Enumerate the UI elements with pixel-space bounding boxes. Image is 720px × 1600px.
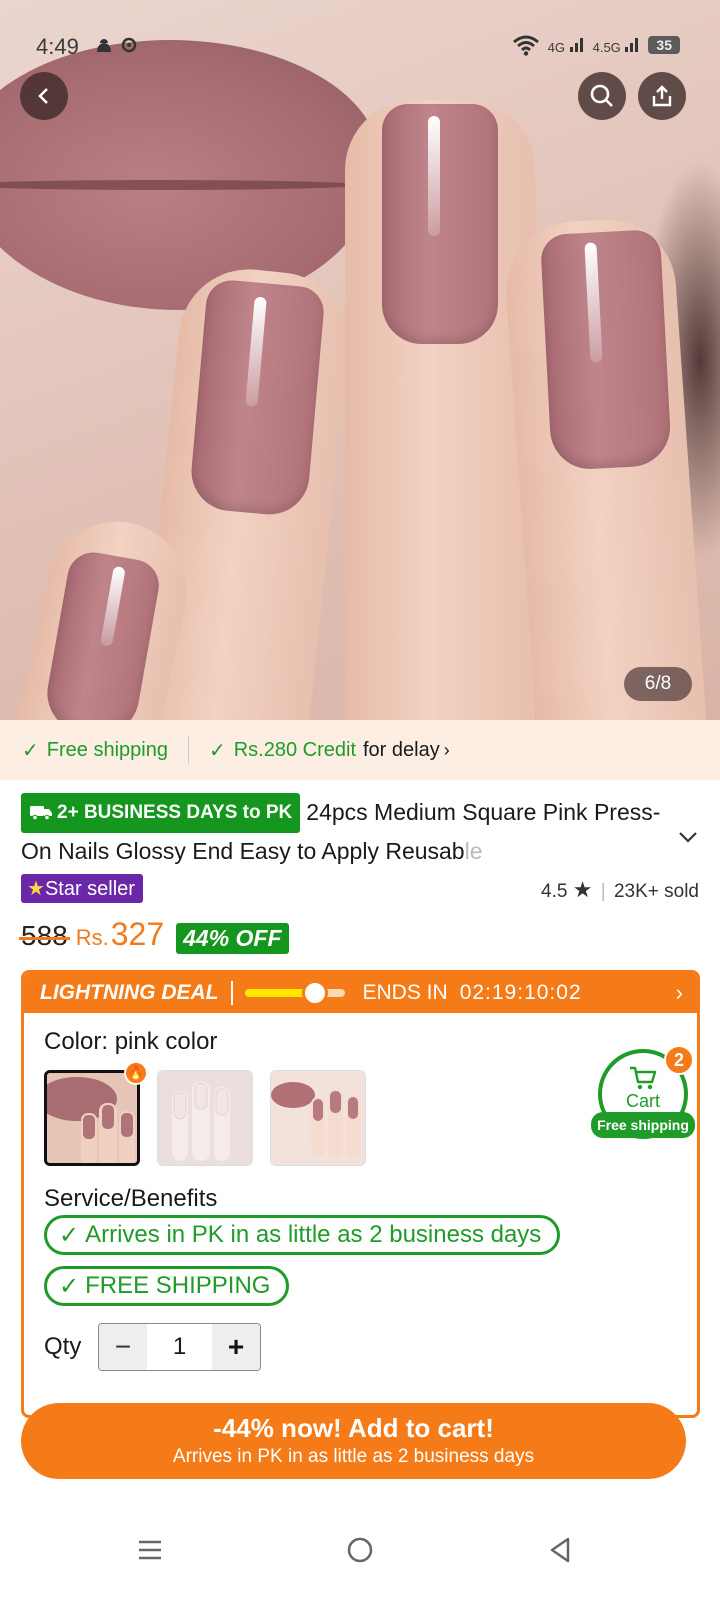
truck-icon (30, 806, 52, 821)
nail-graphic (539, 229, 673, 471)
sale-price: 327 (110, 916, 165, 952)
chevron-down-icon (679, 832, 697, 843)
seller-rating-row: ★Star seller 4.5 ★ | 23K+ sold (21, 874, 699, 904)
discount-badge: 44% OFF (176, 922, 289, 954)
star-seller-badge[interactable]: ★Star seller (21, 874, 143, 903)
plus-icon: + (227, 1331, 245, 1362)
free-shipping-text: Free shipping (46, 738, 168, 761)
qty-decrease-button[interactable]: − (99, 1324, 147, 1370)
cart-label: Cart (625, 1090, 660, 1111)
notification-icons (93, 34, 143, 62)
signal-4g-icon: 4G (548, 36, 585, 55)
status-time: 4:49 (36, 34, 79, 59)
menu-nav-button[interactable] (120, 1520, 180, 1580)
home-nav-button[interactable] (330, 1520, 390, 1580)
hot-icon: 🔥 (124, 1061, 148, 1085)
check-icon: ✓ (59, 1272, 80, 1300)
back-icon (38, 88, 48, 104)
deal-header[interactable]: LIGHTNING DEAL ENDS IN 02:19:10:02 › (24, 973, 697, 1013)
clock-icon (301, 980, 328, 1006)
deal-title: LIGHTNING DEAL (40, 981, 219, 1004)
swatch-mauve[interactable] (270, 1070, 366, 1166)
back-nav-button[interactable] (530, 1520, 590, 1580)
share-button[interactable] (638, 72, 686, 120)
cta-sub: Arrives in PK in as little as 2 business… (172, 1446, 535, 1467)
nail-graphic (382, 104, 498, 344)
home-circle-icon (347, 1537, 373, 1563)
system-nav-bar (0, 1500, 720, 1600)
color-value: pink color (114, 1028, 218, 1055)
qty-increase-button[interactable]: + (212, 1324, 260, 1370)
currency: Rs. (75, 925, 109, 950)
benefit-arrival: ✓ Arrives in PK in as little as 2 busine… (44, 1215, 561, 1255)
original-price: 588 (19, 920, 70, 951)
search-button[interactable] (578, 72, 626, 120)
chevron-right-icon: › (443, 739, 450, 760)
rating-summary[interactable]: 4.5 ★ | 23K+ sold (541, 877, 699, 903)
benefit-free-shipping: ✓ FREE SHIPPING (44, 1266, 290, 1306)
divider (230, 981, 233, 1005)
sold-count: 23K+ sold (613, 881, 699, 902)
shipping-strip[interactable]: ✓ Free shipping ✓ Rs.280 Credit for dela… (0, 720, 720, 780)
credit-amount: Rs.280 Credit (233, 738, 356, 761)
search-icon (590, 84, 613, 107)
star-icon: ★ (27, 878, 45, 900)
rating-value: 4.5 (541, 881, 568, 902)
share-icon (652, 85, 672, 107)
expand-title-button[interactable] (678, 824, 698, 850)
star-icon: ★ (572, 877, 593, 902)
title-fade: le (464, 838, 483, 864)
swatch-nude[interactable] (157, 1070, 253, 1166)
minus-icon: − (114, 1331, 132, 1362)
battery-icon: 35 (648, 36, 680, 54)
nail-graphic (188, 278, 326, 518)
chevron-right-icon: › (675, 980, 683, 1005)
wifi-icon (512, 35, 539, 56)
menu-icon (139, 1540, 161, 1560)
check-icon: ✓ (208, 739, 226, 762)
delivery-badge: 2+ BUSINESS DAYS to PK (21, 793, 301, 833)
cart-icon (630, 1066, 657, 1089)
back-button[interactable] (20, 72, 68, 120)
ends-label: ENDS IN (362, 981, 448, 1004)
divider (187, 736, 189, 764)
signal-45g-icon: 4.5G (593, 36, 641, 55)
check-icon: ✓ (59, 1221, 80, 1249)
deal-progress-bar (244, 980, 345, 1006)
cart-free-shipping: Free shipping (591, 1112, 695, 1138)
add-to-cart-button[interactable]: -44% now! Add to cart! Arrives in PK in … (21, 1403, 686, 1479)
credit-suffix: for delay (363, 738, 440, 761)
service-label: Service/Benefits (44, 1185, 218, 1212)
status-right: 4G 4.5G 35 (512, 34, 680, 56)
check-icon: ✓ (22, 739, 39, 762)
lightning-deal-box: LIGHTNING DEAL ENDS IN 02:19:10:02 › Col… (21, 970, 700, 1418)
color-label: Color: pink color (44, 1028, 218, 1055)
qty-label: Qty (44, 1333, 82, 1360)
quantity-stepper: − 1 + (98, 1323, 261, 1371)
product-title[interactable]: 2+ BUSINESS DAYS to PK 24pcs Medium Squa… (21, 793, 691, 869)
swatch-pink[interactable] (44, 1070, 140, 1166)
back-triangle-icon (550, 1537, 570, 1563)
cart-count-badge: 2 (664, 1045, 694, 1075)
cta-main: -44% now! Add to cart! (213, 1413, 494, 1443)
qty-value[interactable]: 1 (147, 1324, 212, 1370)
countdown-timer: 02:19:10:02 (459, 981, 582, 1004)
image-counter: 6/8 (624, 667, 692, 701)
divider: | (600, 881, 606, 902)
price-row: 588 Rs. 327 44% OFF (19, 916, 289, 960)
